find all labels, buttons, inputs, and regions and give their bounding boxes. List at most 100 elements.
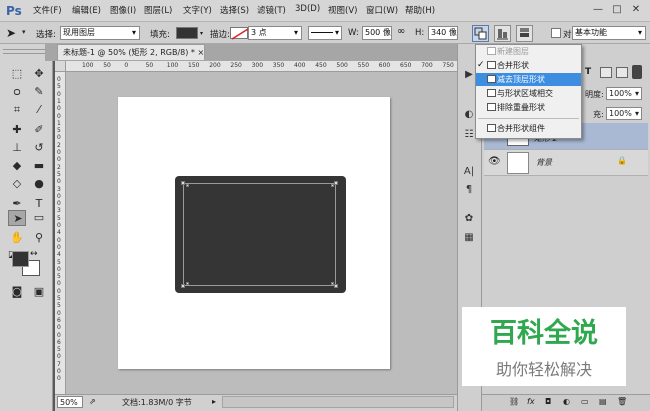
path-anchor-point[interactable] xyxy=(186,282,189,285)
paragraph-icon[interactable]: ¶ xyxy=(461,183,477,197)
menu-help[interactable]: 帮助(H) xyxy=(405,4,435,16)
path-anchor-point[interactable] xyxy=(181,284,185,288)
dodge-tool-icon[interactable]: ● xyxy=(30,176,48,192)
adjustment-layer-icon[interactable]: ◐ xyxy=(563,397,570,406)
align-edges-checkbox[interactable] xyxy=(551,28,561,38)
history-brush-tool-icon[interactable]: ↺ xyxy=(30,140,48,156)
workspace-dropdown[interactable]: 基本功能 ▾ xyxy=(572,26,646,40)
path-selection-tool-button[interactable]: ➤ xyxy=(8,210,26,226)
healing-tool-icon[interactable]: ✚ xyxy=(8,122,26,138)
gradient-tool-icon[interactable]: ▬ xyxy=(30,158,48,174)
menu-edit[interactable]: 编辑(E) xyxy=(72,4,101,16)
screen-mode-icon[interactable]: ▣ xyxy=(30,284,48,300)
swatches-icon[interactable]: ✿ xyxy=(461,212,477,226)
rectangle-tool-icon[interactable]: ▭ xyxy=(30,210,48,226)
ruler-tick-label: 5 xyxy=(57,258,61,266)
ruler-origin[interactable] xyxy=(55,61,66,72)
zoom-tool-icon[interactable]: ⚲ xyxy=(30,230,48,246)
eye-visibility-icon[interactable]: 👁 xyxy=(488,156,501,167)
fill-opacity-field[interactable]: 100% ▾ xyxy=(606,107,642,120)
path-arrangement-button[interactable] xyxy=(516,25,533,42)
smart-object-filter-icon[interactable] xyxy=(616,67,628,78)
menu-file[interactable]: 文件(F) xyxy=(33,4,62,16)
swap-colors-icon[interactable]: ↔ xyxy=(30,249,38,259)
quick-mask-icon[interactable]: ◙ xyxy=(8,284,26,300)
stroke-type-dropdown[interactable]: ▾ xyxy=(308,26,342,40)
menu-image[interactable]: 图像(I) xyxy=(110,4,136,16)
menu-view[interactable]: 视图(V) xyxy=(328,4,357,16)
path-anchor-point[interactable] xyxy=(331,282,334,285)
ruler-tick-label: 0 xyxy=(57,192,61,200)
type-layer-filter-icon[interactable]: T xyxy=(585,67,591,77)
path-operations-button[interactable] xyxy=(472,25,489,42)
path-alignment-button[interactable] xyxy=(494,25,511,42)
lasso-tool-icon[interactable]: ᴑ xyxy=(8,84,26,100)
zoom-field[interactable]: 50% xyxy=(57,396,83,408)
menu-layer[interactable]: 图层(L) xyxy=(144,4,172,16)
path-anchor-point[interactable] xyxy=(331,184,334,187)
ruler-tick-label: 6 xyxy=(57,316,61,324)
delete-layer-icon[interactable]: 🗑 xyxy=(617,397,627,406)
menu-select[interactable]: 选择(S) xyxy=(220,4,249,16)
checkmark-icon: ✓ xyxy=(477,60,485,70)
document-tab[interactable]: 未标题-1 @ 50% (矩形 2, RGB/8) * × xyxy=(57,44,205,60)
menu-3d[interactable]: 3D(D) xyxy=(295,4,320,14)
ruler-tick-label: 100 xyxy=(82,62,94,69)
link-icon[interactable]: ∞ xyxy=(397,26,405,37)
export-icon[interactable]: ⇗ xyxy=(89,397,96,406)
menu-type[interactable]: 文字(Y) xyxy=(183,4,212,16)
crop-tool-icon[interactable]: ⌗ xyxy=(8,102,26,118)
layer-mask-icon[interactable]: ◘ xyxy=(545,397,551,406)
width-field[interactable]: 500 像素 xyxy=(362,26,392,40)
brush-tool-icon[interactable]: ✐ xyxy=(30,122,48,138)
minimize-button[interactable]: — xyxy=(590,3,606,17)
eyedropper-tool-icon[interactable]: ⁄ xyxy=(30,102,48,118)
hand-tool-icon[interactable]: ✋ xyxy=(8,230,26,246)
stroke-width-field[interactable]: 3 点 ▾ xyxy=(248,26,302,40)
marquee-tool-icon[interactable]: ⬚ xyxy=(8,66,26,82)
grid-icon[interactable]: ▦ xyxy=(461,231,477,245)
close-window-button[interactable]: ✕ xyxy=(628,3,644,17)
height-field[interactable]: 340 像素 xyxy=(428,26,458,40)
path-anchor-point[interactable] xyxy=(181,181,185,185)
toolbox-grip[interactable] xyxy=(3,49,49,54)
path-selection-tool-icon[interactable]: ➤ xyxy=(6,26,16,40)
clone-stamp-tool-icon[interactable]: ⊥ xyxy=(8,140,26,156)
tab-close-icon[interactable]: × xyxy=(197,48,204,57)
link-layers-icon[interactable]: ⛓ xyxy=(509,397,519,406)
new-layer-icon[interactable]: ▤ xyxy=(599,397,607,406)
fill-swatch[interactable] xyxy=(176,27,198,39)
filter-toggle-icon[interactable] xyxy=(632,65,642,79)
shape-filter-icon[interactable] xyxy=(600,67,612,78)
stroke-swatch[interactable] xyxy=(230,27,249,40)
opacity-field[interactable]: 100% ▾ xyxy=(606,87,642,100)
move-tool-icon[interactable]: ✥ xyxy=(30,66,48,82)
eraser-tool-icon[interactable]: ◆ xyxy=(8,158,26,174)
ruler-tick-label: 0 xyxy=(57,375,61,383)
select-dropdown[interactable]: 现用图层 ▾ xyxy=(60,26,140,40)
restore-button[interactable]: □ xyxy=(609,3,625,17)
status-menu-arrow-icon[interactable]: ▸ xyxy=(212,397,216,406)
foreground-color-swatch[interactable] xyxy=(12,251,29,267)
select-label: 选择: xyxy=(36,30,56,40)
blur-tool-icon[interactable]: ◇ xyxy=(8,176,26,192)
path-anchor-point[interactable] xyxy=(334,284,338,288)
quick-select-tool-icon[interactable]: ✎ xyxy=(30,84,48,100)
menu-item-label: 排除重叠形状 xyxy=(497,103,545,112)
ruler-tick-label: 0 xyxy=(57,324,61,332)
menu-filter[interactable]: 滤镜(T) xyxy=(257,4,286,16)
new-group-icon[interactable]: ▭ xyxy=(581,397,589,406)
lock-icon: 🔒 xyxy=(617,156,627,165)
ruler-tick-label: 1 xyxy=(57,97,61,105)
background-layer-name[interactable]: 背景 xyxy=(536,157,552,168)
menu-window[interactable]: 窗口(W) xyxy=(366,4,398,16)
horizontal-scrollbar[interactable] xyxy=(222,396,454,408)
fx-icon[interactable]: fx xyxy=(527,397,535,406)
character-icon[interactable]: A| xyxy=(461,165,477,179)
tool-preset-arrow-icon[interactable]: ▾ xyxy=(22,28,26,36)
path-anchor-point[interactable] xyxy=(334,181,338,185)
ruler-tick-label: 5 xyxy=(57,83,61,91)
ruler-tick-label: 500 xyxy=(336,62,348,69)
path-anchor-point[interactable] xyxy=(186,184,189,187)
ruler-tick-label: 200 xyxy=(209,62,221,69)
